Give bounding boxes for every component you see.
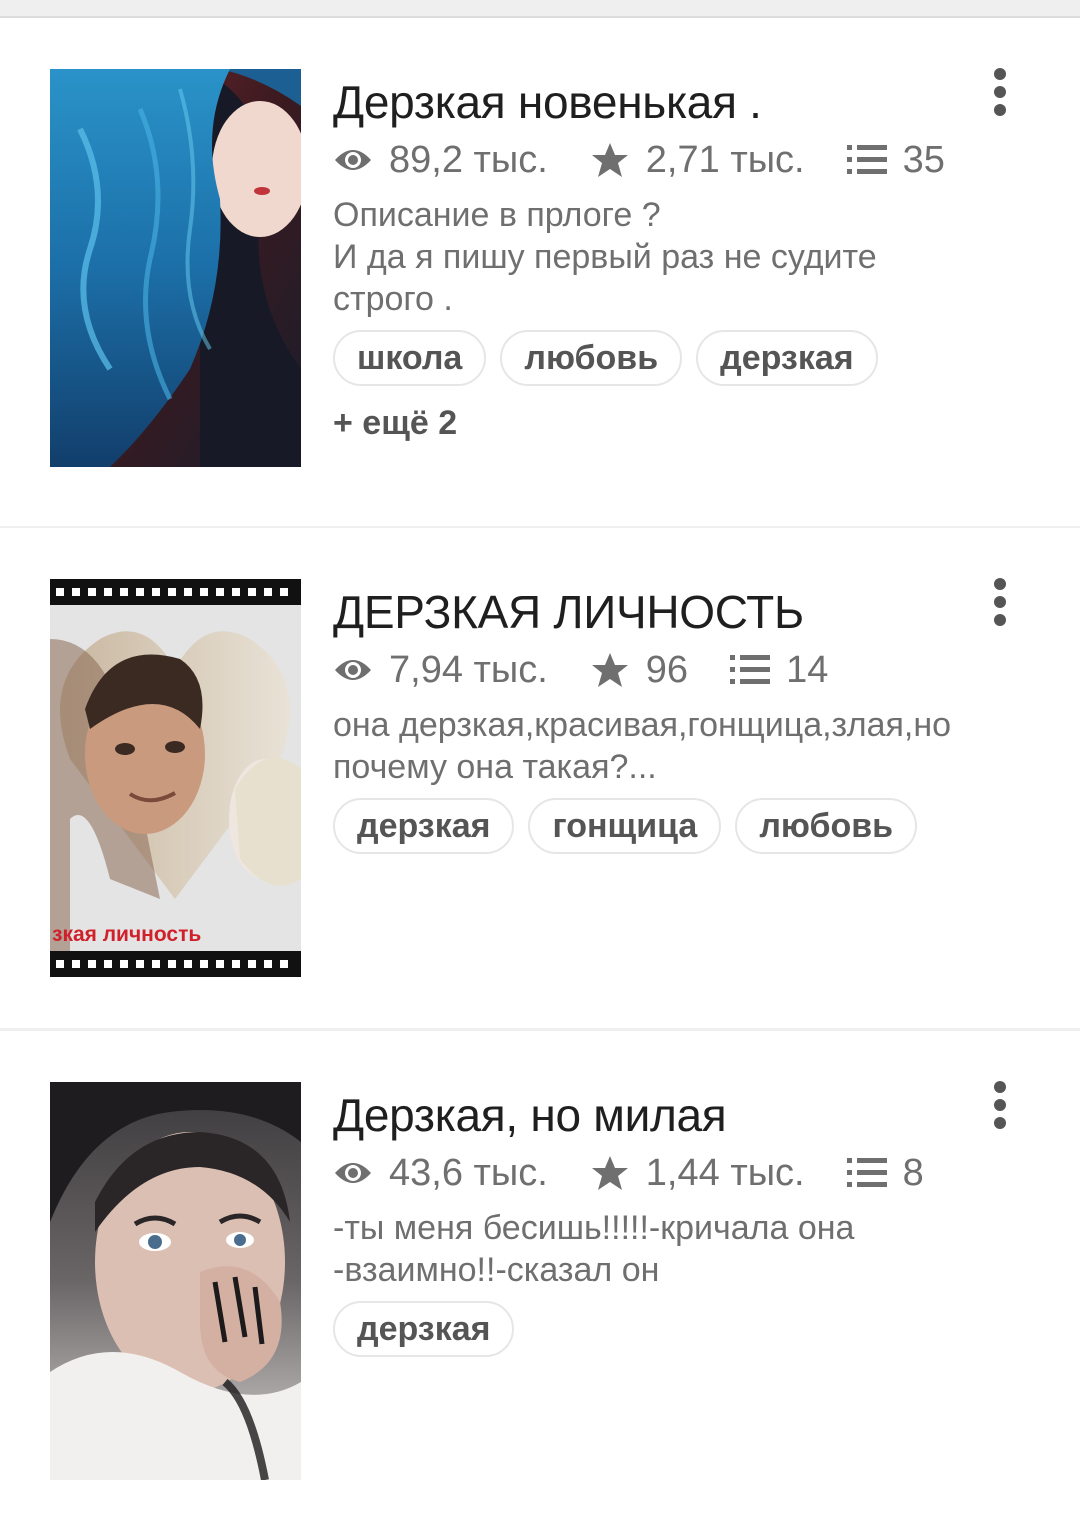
menu-dot — [994, 578, 1006, 590]
menu-dot — [994, 596, 1006, 608]
story-card[interactable]: Дерзкая, но милая 43,6 тыс. 1,44 тыс. 8 … — [0, 1031, 1080, 1518]
parts-count: 35 — [902, 138, 945, 181]
tag-chip[interactable]: дерзкая — [333, 1301, 515, 1357]
story-description: -ты меня бесишь!!!!!-кричала она -взаимн… — [333, 1209, 855, 1289]
story-cover[interactable] — [50, 1082, 301, 1480]
cover-image-heart-film: зкая личность — [50, 579, 301, 977]
menu-dot — [994, 68, 1006, 80]
tag-chip[interactable]: любовь — [500, 330, 683, 386]
story-cover[interactable] — [50, 69, 301, 467]
star-icon — [590, 140, 630, 180]
story-description: Описание в прлоге ? И да я пишу первый р… — [333, 196, 877, 318]
views-stat: 43,6 тыс. — [333, 1152, 548, 1195]
list-icon — [846, 1153, 887, 1193]
menu-dot — [994, 1099, 1006, 1111]
story-card[interactable]: Дерзкая новенькая . 89,2 тыс. 2,71 тыс. — [0, 18, 1080, 526]
menu-dot — [994, 1117, 1006, 1129]
tag-chip[interactable]: школа — [333, 330, 487, 386]
votes-count: 96 — [645, 648, 689, 691]
story-info: Дерзкая новенькая . 89,2 тыс. 2,71 тыс. — [333, 74, 973, 443]
menu-dot — [994, 1081, 1006, 1093]
cover-image-blue-hair — [50, 69, 301, 467]
views-stat: 89,2 тыс. — [333, 139, 548, 182]
more-vertical-icon[interactable] — [980, 574, 1020, 630]
story-description: она дерзкая,красивая,гонщица,злая,но поч… — [333, 706, 952, 786]
views-count: 7,94 тыс. — [389, 648, 548, 691]
story-stats: 43,6 тыс. 1,44 тыс. 8 — [333, 1147, 973, 1199]
story-cover[interactable]: зкая личность — [50, 579, 301, 977]
list-icon — [846, 140, 887, 180]
tag-chip[interactable]: любовь — [735, 798, 918, 854]
views-stat: 7,94 тыс. — [333, 649, 548, 692]
tag-list: дерзкая гонщица любовь — [333, 798, 973, 854]
tag-chip[interactable]: дерзкая — [696, 330, 878, 386]
votes-stat: 2,71 тыс. — [590, 139, 805, 182]
parts-stat: 14 — [730, 649, 828, 692]
menu-dot — [994, 104, 1006, 116]
story-card[interactable]: зкая личность ДЕРЗКАЯ ЛИЧНОСТЬ 7,94 тыс.… — [0, 528, 1080, 1028]
more-vertical-icon[interactable] — [980, 64, 1020, 120]
eye-icon — [333, 140, 373, 180]
parts-stat: 35 — [846, 138, 945, 182]
story-title[interactable]: Дерзкая, но милая — [333, 1087, 973, 1143]
votes-count: 1,44 тыс. — [645, 1151, 805, 1194]
tag-list: дерзкая — [333, 1301, 973, 1357]
more-tags-link[interactable]: + ещё 2 — [333, 404, 973, 443]
votes-stat: 96 — [590, 649, 688, 692]
story-info: Дерзкая, но милая 43,6 тыс. 1,44 тыс. 8 … — [333, 1087, 973, 1357]
parts-count: 8 — [902, 1151, 924, 1194]
list-icon — [730, 650, 771, 690]
views-count: 89,2 тыс. — [389, 138, 548, 181]
tag-chip[interactable]: гонщица — [528, 798, 722, 854]
cover-image-girl — [50, 1082, 301, 1480]
menu-dot — [994, 614, 1006, 626]
more-vertical-icon[interactable] — [980, 1077, 1020, 1133]
tag-chip[interactable]: дерзкая — [333, 798, 515, 854]
cover-caption: зкая личность — [52, 923, 201, 946]
votes-stat: 1,44 тыс. — [590, 1152, 805, 1195]
story-stats: 89,2 тыс. 2,71 тыс. 35 — [333, 134, 973, 186]
eye-icon — [333, 1153, 373, 1193]
views-count: 43,6 тыс. — [389, 1151, 548, 1194]
menu-dot — [994, 86, 1006, 98]
star-icon — [590, 650, 630, 690]
story-info: ДЕРЗКАЯ ЛИЧНОСТЬ 7,94 тыс. 96 14 она дер… — [333, 584, 973, 854]
story-title[interactable]: Дерзкая новенькая . — [333, 74, 973, 130]
story-stats: 7,94 тыс. 96 14 — [333, 644, 973, 696]
story-list: Дерзкая новенькая . 89,2 тыс. 2,71 тыс. — [0, 0, 1080, 1518]
eye-icon — [333, 650, 373, 690]
story-title[interactable]: ДЕРЗКАЯ ЛИЧНОСТЬ — [333, 584, 973, 640]
star-icon — [590, 1153, 630, 1193]
parts-count: 14 — [786, 648, 829, 691]
votes-count: 2,71 тыс. — [645, 138, 805, 181]
tag-list: школа любовь дерзкая — [333, 330, 973, 386]
parts-stat: 8 — [846, 1151, 924, 1195]
